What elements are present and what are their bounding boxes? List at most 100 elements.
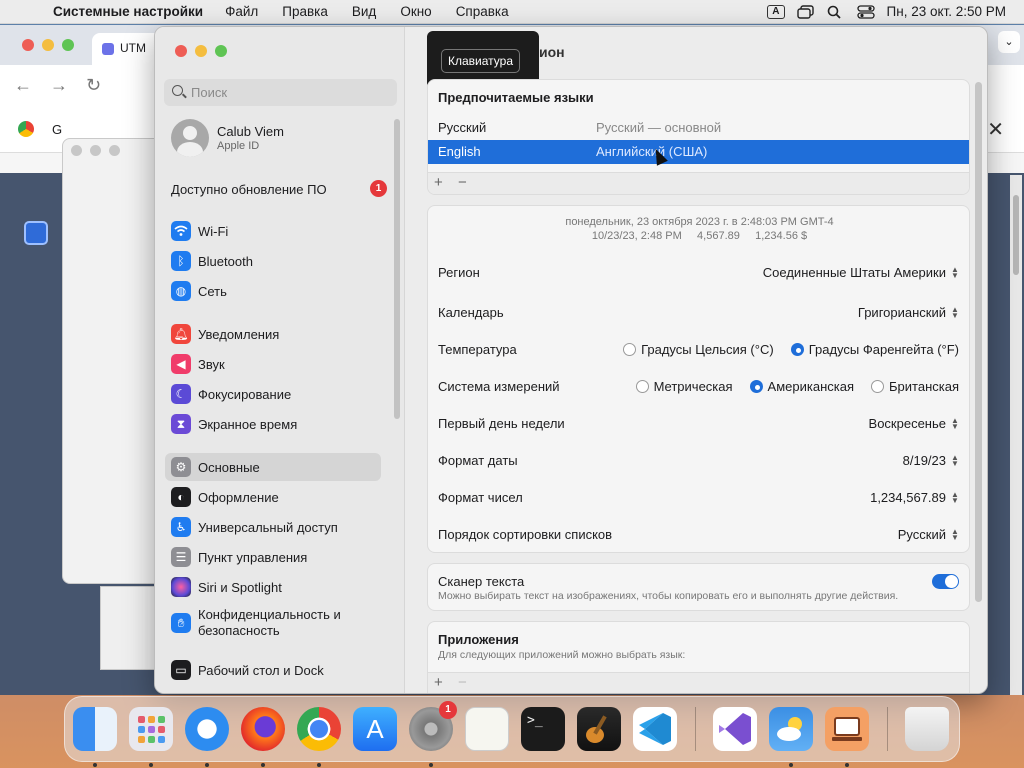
measurement-metric-radio[interactable]: Метрическая: [635, 379, 733, 394]
sidebar-scrollbar[interactable]: [394, 119, 400, 419]
updown-icon: ▲ ▼: [951, 304, 959, 320]
sidebar-item-privacy[interactable]: ✋︎ Конфиденциальность и безопасность: [165, 605, 381, 645]
control-center-icon[interactable]: [856, 4, 875, 19]
globe-icon: ◍: [171, 281, 191, 301]
sidebar-item-label: Рабочий стол и Dock: [198, 663, 324, 678]
add-language-button[interactable]: +: [434, 174, 443, 191]
page-title: ион: [539, 44, 565, 60]
measurement-us-radio[interactable]: Американская: [749, 379, 855, 394]
ghost-close-button[interactable]: [71, 145, 82, 156]
menu-help[interactable]: Справка: [444, 4, 521, 19]
software-update-item[interactable]: Доступно обновление ПО 1: [171, 180, 387, 197]
reload-icon[interactable]: ↻: [86, 75, 101, 96]
window-close-button[interactable]: [175, 45, 187, 57]
search-input[interactable]: Поиск: [164, 79, 397, 106]
language-row-selected[interactable]: English Английский (США): [428, 140, 969, 164]
preferred-languages-card: Предпочитаемые языки Русский Русский — о…: [427, 79, 970, 195]
textedit-icon[interactable]: [465, 707, 509, 751]
safari-icon[interactable]: [185, 707, 229, 767]
window-minimize-button[interactable]: [195, 45, 207, 57]
launchpad-icon[interactable]: [129, 707, 173, 767]
sidebar-item-notifications[interactable]: 🔔︎ Уведомления: [165, 320, 381, 348]
menu-window[interactable]: Окно: [388, 4, 443, 19]
remove-language-button[interactable]: −: [458, 174, 467, 191]
system-settings-window: Поиск Calub Viem Apple ID Доступно обнов…: [154, 26, 988, 694]
browser-close-button[interactable]: [22, 39, 34, 51]
applications-description: Для следующих приложений можно выбрать я…: [438, 649, 686, 661]
dock-separator: [695, 707, 696, 751]
sidebar-item-focus[interactable]: ☾ Фокусирование: [165, 380, 381, 408]
settings-icon[interactable]: 1: [409, 701, 457, 767]
tab-search-dropdown-icon[interactable]: ⌄: [998, 31, 1020, 53]
language-row[interactable]: Русский Русский — основной: [428, 116, 969, 140]
browser-tab[interactable]: UTM: [92, 33, 162, 65]
appstore-icon[interactable]: A: [353, 707, 397, 751]
sidebar-item-screen-time[interactable]: ⧗ Экранное время: [165, 410, 381, 438]
sidebar-item-general[interactable]: ⚙ Основные: [165, 453, 381, 481]
calendar-row: Календарь Григорианский ▲ ▼: [428, 296, 969, 330]
remove-app-button[interactable]: −: [458, 674, 467, 691]
sidebar-item-desktop-dock[interactable]: ▭ Рабочий стол и Dock: [165, 656, 381, 684]
radio-selected-icon: [790, 343, 804, 356]
sidebar-item-bluetooth[interactable]: ᛒ Bluetooth: [165, 247, 381, 275]
menu-view[interactable]: Вид: [340, 4, 388, 19]
menu-app-name[interactable]: Системные настройки: [44, 4, 213, 19]
live-text-toggle[interactable]: [932, 574, 959, 589]
browser-zoom-button[interactable]: [62, 39, 74, 51]
add-app-button[interactable]: +: [434, 674, 443, 691]
menu-file[interactable]: Файл: [213, 4, 270, 19]
sort-order-row: Порядок сортировки списков Русский ▲ ▼: [428, 518, 969, 552]
settings-badge: 1: [439, 701, 457, 719]
close-icon[interactable]: ✕: [987, 117, 1004, 142]
chrome-icon[interactable]: [297, 707, 341, 767]
sidebar-item-siri[interactable]: Siri и Spotlight: [165, 573, 381, 601]
browser-minimize-button[interactable]: [42, 39, 54, 51]
chrome-bookmark-icon[interactable]: [18, 121, 34, 137]
temperature-fahrenheit-label: Градусы Фаренгейта (°F): [808, 342, 959, 357]
desktop-icon: ▭: [171, 660, 191, 680]
measurement-uk-radio[interactable]: Британская: [871, 379, 959, 394]
ghost-minimize-button[interactable]: [90, 145, 101, 156]
measurement-us-label: Американская: [767, 379, 855, 394]
temperature-celsius-radio[interactable]: Градусы Цельсия (°C): [623, 342, 774, 357]
weather-icon[interactable]: [769, 707, 813, 767]
guitar-icon[interactable]: [577, 707, 621, 751]
clock[interactable]: Пн, 23 окт. 2:50 PM: [887, 4, 1006, 19]
ghost-zoom-button[interactable]: [109, 145, 120, 156]
temperature-fahrenheit-radio[interactable]: Градусы Фаренгейта (°F): [790, 342, 959, 357]
number-format-select[interactable]: 1,234,567.89 ▲ ▼: [870, 490, 959, 505]
sidebar-item-sound[interactable]: ◀ Звук: [165, 350, 381, 378]
tooltip-keyboard-button[interactable]: Клавиатура: [441, 49, 520, 73]
browser-tab-title: UTM: [120, 41, 146, 55]
back-icon[interactable]: ←: [14, 75, 32, 96]
browser-scrollbar[interactable]: [1010, 175, 1022, 695]
visualstudio-icon[interactable]: [713, 707, 757, 751]
sidebar-item-accessibility[interactable]: ♿︎ Универсальный доступ: [165, 513, 381, 541]
window-switch-icon[interactable]: [796, 4, 815, 19]
calendar-select[interactable]: Григорианский ▲ ▼: [858, 305, 959, 320]
utm-icon[interactable]: [825, 707, 869, 767]
first-day-select[interactable]: Воскресенье ▲ ▼: [869, 416, 959, 431]
running-indicator: [789, 763, 793, 767]
sidebar-item-wifi[interactable]: Wi-Fi: [165, 217, 381, 245]
spotlight-search-icon[interactable]: [827, 5, 845, 19]
date-format-select[interactable]: 8/19/23 ▲ ▼: [903, 453, 959, 468]
sidebar-item-control-center[interactable]: ☰ Пункт управления: [165, 543, 381, 571]
finder-icon[interactable]: [73, 707, 117, 767]
sort-order-select[interactable]: Русский ▲ ▼: [898, 527, 959, 542]
utm-desktop-icon[interactable]: [24, 221, 48, 245]
forward-icon[interactable]: →: [50, 75, 68, 96]
window-zoom-button[interactable]: [215, 45, 227, 57]
region-select[interactable]: Соединенные Штаты Америки ▲ ▼: [763, 265, 959, 280]
bookmark-label[interactable]: G: [52, 122, 62, 137]
main-scrollbar[interactable]: [975, 82, 982, 602]
vscode-icon[interactable]: [633, 707, 677, 751]
firefox-icon[interactable]: [241, 707, 285, 767]
menu-edit[interactable]: Правка: [270, 4, 340, 19]
trash-icon[interactable]: [905, 707, 949, 751]
sidebar-item-appearance[interactable]: ◐ Оформление: [165, 483, 381, 511]
terminal-icon[interactable]: >_: [521, 707, 565, 751]
sidebar-item-network[interactable]: ◍ Сеть: [165, 277, 381, 305]
sidebar-item-label: Wi-Fi: [198, 224, 229, 239]
input-source-icon[interactable]: A: [767, 4, 785, 19]
